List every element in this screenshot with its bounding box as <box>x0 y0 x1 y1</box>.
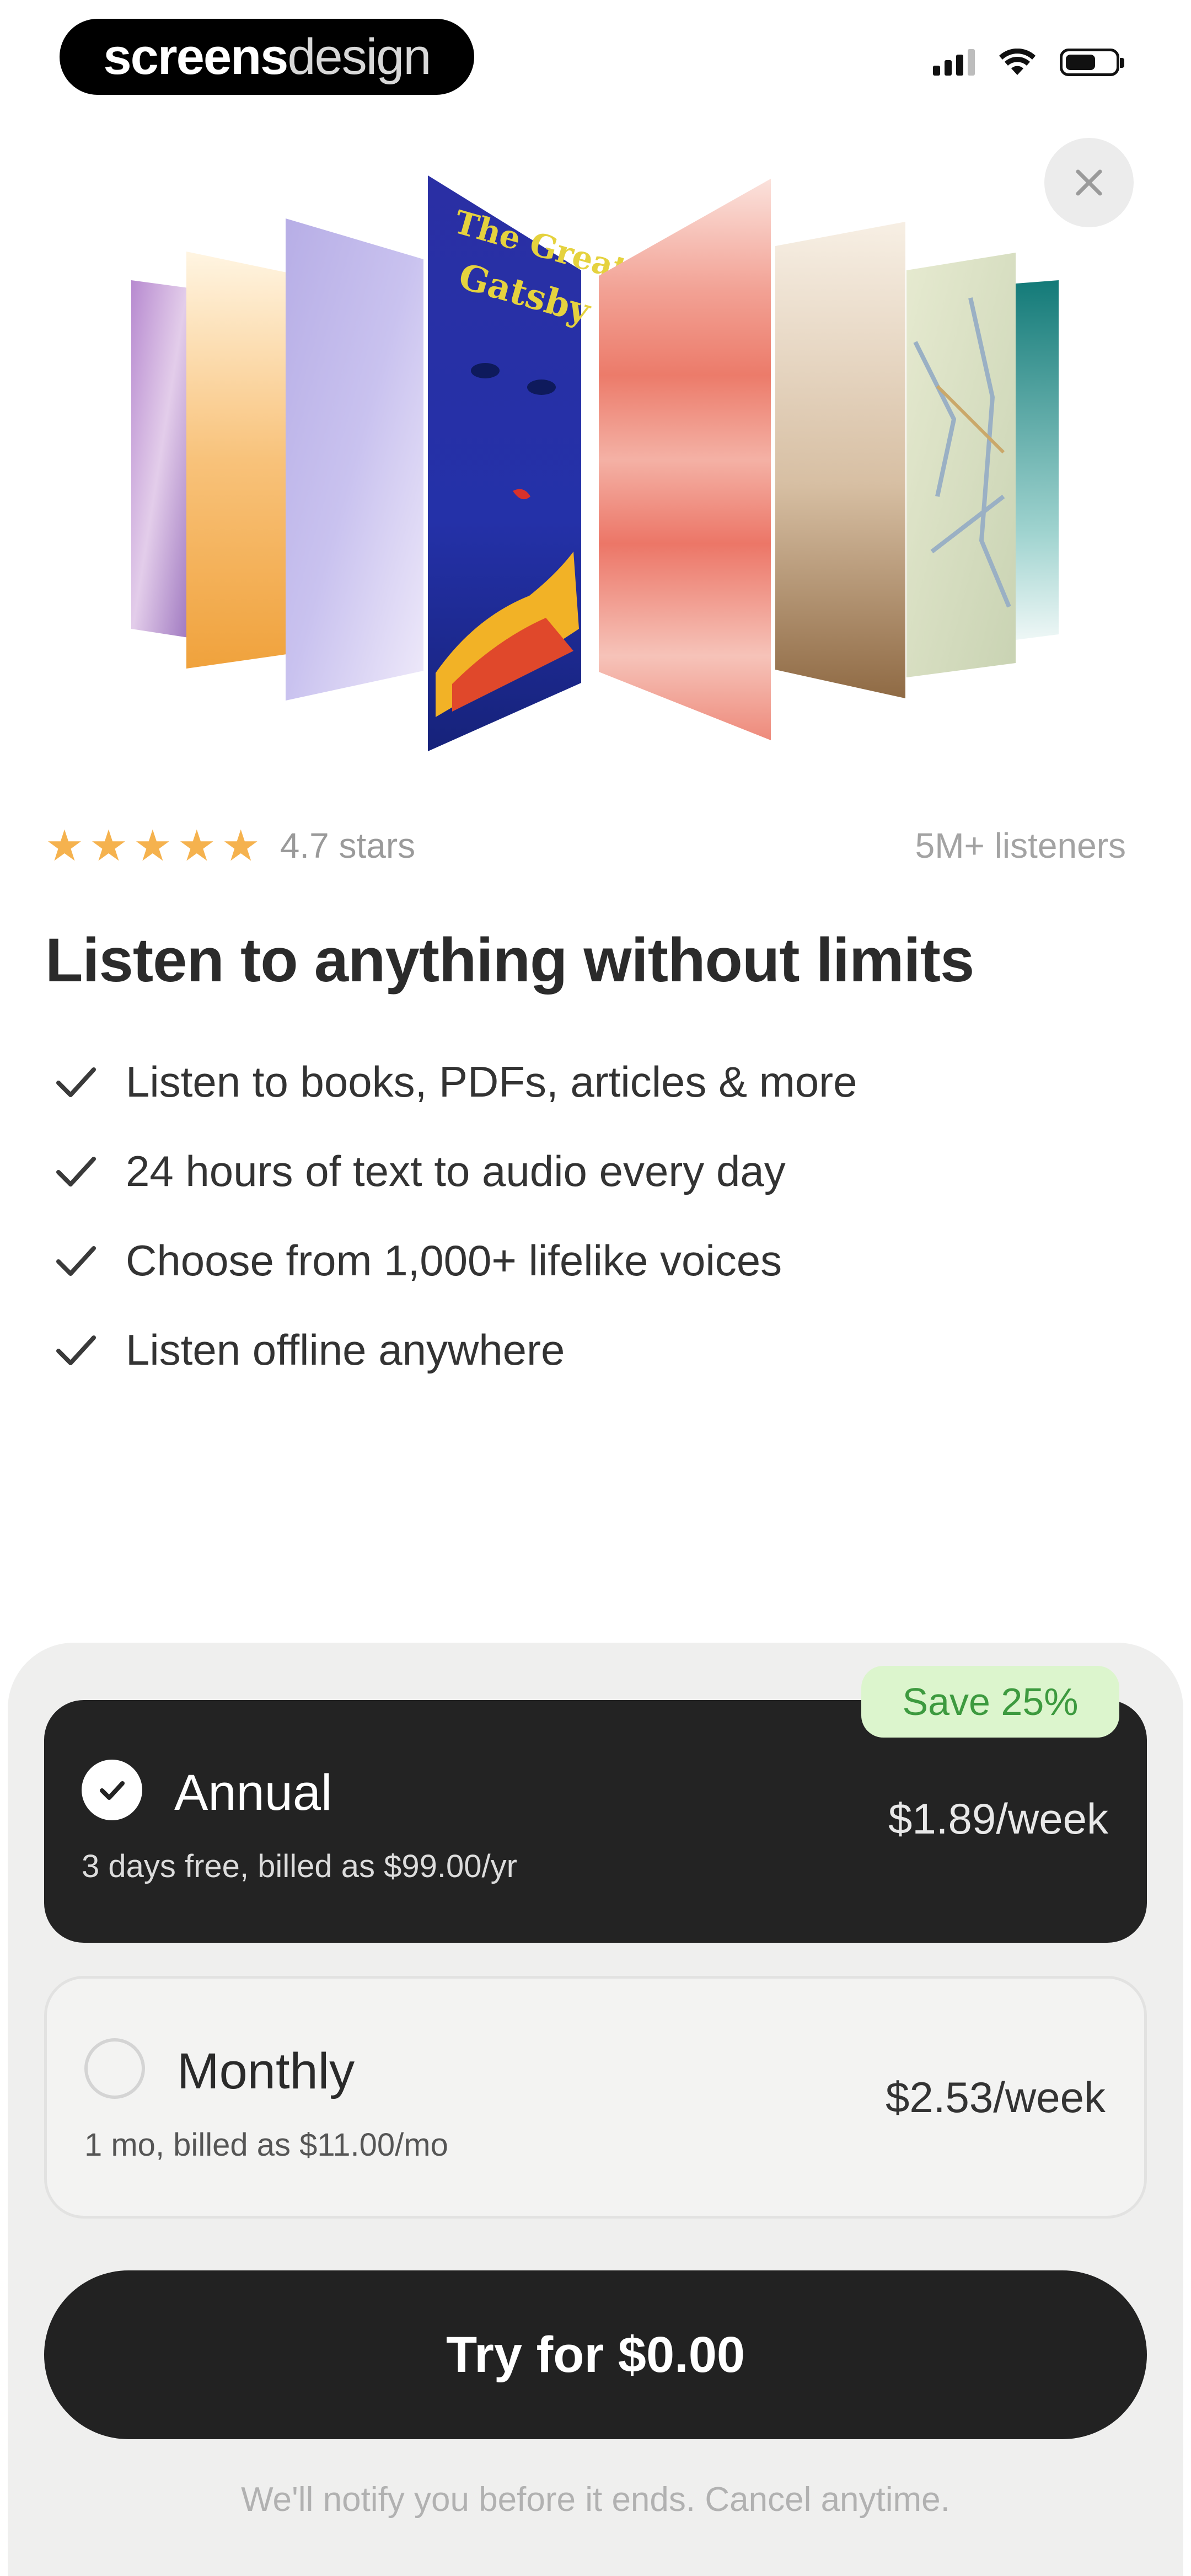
plan-name: Annual <box>174 1765 332 1821</box>
plan-name: Monthly <box>177 2043 355 2099</box>
star-icon: ★ <box>177 821 216 870</box>
feature-text: Listen offline anywhere <box>126 1325 565 1374</box>
try-free-button[interactable]: Try for $0.00 <box>44 2270 1147 2439</box>
cancel-anytime-note: We'll notify you before it ends. Cancel … <box>241 2481 950 2519</box>
radio-selected[interactable] <box>82 1760 142 1820</box>
feature-text: 24 hours of text to audio every day <box>126 1146 786 1195</box>
feature-text: Choose from 1,000+ lifelike voices <box>126 1236 782 1285</box>
plan-description: 3 days free, billed as $99.00/yr <box>82 1848 517 1884</box>
plan-description: 1 mo, billed as $11.00/mo <box>84 2127 448 2163</box>
star-icon: ★ <box>45 821 84 870</box>
page-title: Listen to anything without limits <box>45 926 974 995</box>
feature-item: Choose from 1,000+ lifelike voices <box>50 1216 857 1305</box>
plan-option-monthly[interactable]: Monthly 1 mo, billed as $11.00/mo $2.53/… <box>44 1976 1147 2219</box>
feature-item: 24 hours of text to audio every day <box>50 1126 857 1216</box>
checkmark-icon <box>56 1246 96 1276</box>
plan-selection-sheet: Annual 3 days free, billed as $99.00/yr … <box>8 1643 1183 2576</box>
checkmark-icon <box>100 1781 125 1800</box>
star-icon: ★ <box>221 821 260 870</box>
save-badge: Save 25% <box>861 1666 1119 1738</box>
book-cover-teal <box>1016 280 1059 640</box>
listeners-count: 5M+ listeners <box>915 826 1126 865</box>
feature-item: Listen offline anywhere <box>50 1305 857 1394</box>
star-icon: ★ <box>89 821 128 870</box>
checkmark-icon <box>56 1157 96 1187</box>
book-cover-beige <box>775 222 905 698</box>
book-cover-orange <box>186 252 287 669</box>
book-cover-lavender <box>286 218 423 701</box>
feature-text: Listen to books, PDFs, articles & more <box>126 1057 857 1106</box>
star-rating: ★ ★ ★ ★ ★ 4.7 stars <box>45 824 415 867</box>
radio-unselected[interactable] <box>84 2038 145 2099</box>
plan-price: $2.53/week <box>886 2073 1106 2121</box>
feature-item: Listen to books, PDFs, articles & more <box>50 1037 857 1126</box>
book-cover-purple <box>131 280 189 638</box>
book-cover-coral <box>599 179 771 740</box>
plan-price: $1.89/week <box>888 1794 1108 1843</box>
star-icon: ★ <box>133 821 172 870</box>
checkmark-icon <box>56 1335 96 1365</box>
feature-list: Listen to books, PDFs, articles & more 2… <box>50 1037 857 1394</box>
book-covers-illustration: The Great Gatsby <box>131 175 1059 751</box>
rating-row: ★ ★ ★ ★ ★ 4.7 stars 5M+ listeners <box>45 821 1126 870</box>
checkmark-icon <box>56 1067 96 1097</box>
rating-text: 4.7 stars <box>280 826 416 865</box>
book-cover-map <box>906 253 1016 677</box>
paywall-screen: screens design The Great Gatsby ★ ★ ★ ★ … <box>0 0 1191 2576</box>
